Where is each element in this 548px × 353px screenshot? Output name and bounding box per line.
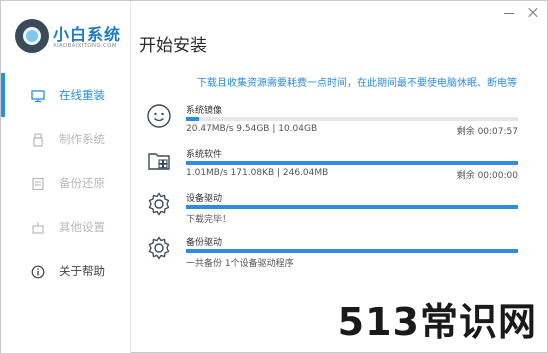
sidebar-item-about-help[interactable]: 关于帮助: [1, 249, 131, 293]
monitor-icon: [31, 88, 45, 103]
task-remaining: 剩余 00:00:00: [456, 171, 518, 181]
task-item-system-software: 系统软件 1.01MB/s 171.08KB | 246.04MB 剩余 00:…: [144, 143, 524, 187]
task-detail: 下载完毕！: [186, 215, 232, 225]
progress-bar: [186, 161, 518, 165]
app-logo: 小白系统 XIAOBAIXITONG.COM: [15, 17, 125, 57]
sidebar-item-label: 备份还原: [59, 176, 105, 190]
sidebar: 小白系统 XIAOBAIXITONG.COM 在线重装 制作系统 备份还原 其他…: [1, 1, 131, 353]
sidebar-item-label: 其他设置: [59, 220, 105, 234]
sidebar-nav: 在线重装 制作系统 备份还原 其他设置 关于帮助: [1, 73, 131, 293]
task-name: 系统软件: [186, 150, 223, 160]
installer-window: 小白系统 XIAOBAIXITONG.COM 在线重装 制作系统 备份还原 其他…: [0, 0, 548, 353]
task-list: 系统镜像 20.47MB/s 9.54GB | 10.04GB 剩余 00:07…: [144, 99, 524, 275]
logo-title: 小白系统: [53, 25, 122, 44]
sidebar-item-online-reinstall[interactable]: 在线重装: [1, 73, 131, 117]
usb-icon: [31, 132, 45, 147]
smiley-icon: [146, 103, 172, 129]
logo-icon: [15, 19, 49, 53]
task-detail: 20.47MB/s 9.54GB | 10.04GB: [186, 124, 318, 134]
progress-bar: [186, 205, 518, 209]
progress-bar: [186, 249, 518, 253]
sidebar-item-label: 关于帮助: [59, 264, 105, 278]
gear-icon: [146, 235, 172, 261]
page-title: 开始安装: [139, 36, 207, 56]
minimize-button[interactable]: [503, 7, 515, 19]
sidebar-item-backup-restore[interactable]: 备份还原: [1, 161, 131, 205]
software-package-icon: [146, 147, 172, 173]
task-remaining: 剩余 00:07:57: [456, 127, 518, 137]
notice-text: 下载且收集资源需要耗费一点时间，在此期间最不要使电脑休眠、断电等: [197, 78, 517, 89]
task-name: 系统镜像: [186, 106, 223, 116]
task-name: 设备驱动: [186, 194, 223, 204]
sidebar-item-other-settings[interactable]: 其他设置: [1, 205, 131, 249]
window-controls: [503, 7, 539, 19]
sidebar-item-label: 在线重装: [59, 88, 105, 102]
task-detail: 一共备份 1个设备驱动程序: [186, 259, 294, 269]
info-icon: [31, 264, 45, 279]
sidebar-item-label: 制作系统: [59, 132, 105, 146]
gear-icon: [146, 191, 172, 217]
task-item-system-image: 系统镜像 20.47MB/s 9.54GB | 10.04GB 剩余 00:07…: [144, 99, 524, 143]
task-item-device-driver: 设备驱动 下载完毕！: [144, 187, 524, 231]
sidebar-item-make-system[interactable]: 制作系统: [1, 117, 131, 161]
backup-icon: [31, 176, 45, 191]
progress-bar: [186, 117, 518, 121]
settings-icon: [31, 220, 45, 234]
close-button[interactable]: [527, 7, 539, 19]
task-detail: 1.01MB/s 171.08KB | 246.04MB: [186, 168, 329, 178]
task-name: 备份驱动: [186, 238, 223, 248]
logo-subtitle: XIAOBAIXITONG.COM: [53, 43, 117, 49]
task-item-backup-driver: 备份驱动 一共备份 1个设备驱动程序: [144, 231, 524, 275]
watermark: 513常识网: [337, 300, 537, 344]
